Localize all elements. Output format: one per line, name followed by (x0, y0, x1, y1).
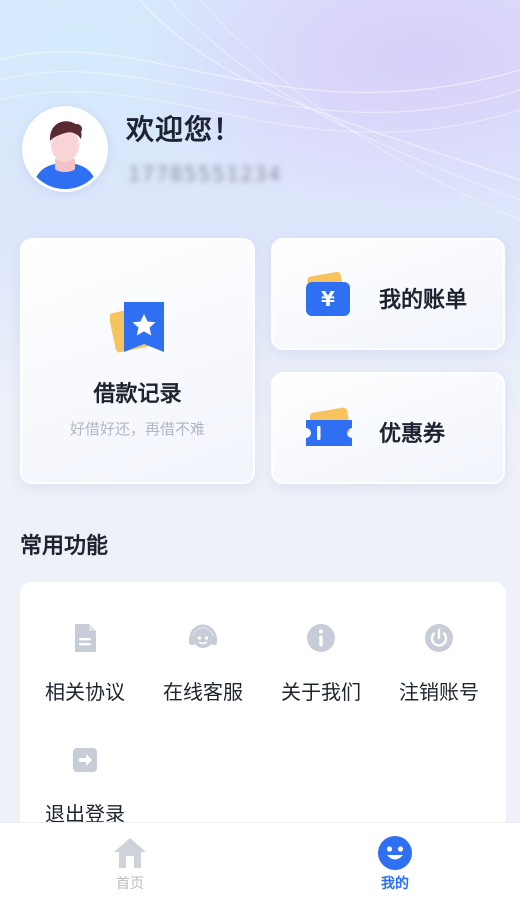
smile-icon (378, 836, 412, 870)
coupon-card[interactable]: 优惠券 (271, 372, 505, 484)
loan-record-title: 借款记录 (93, 382, 182, 407)
agreement-item[interactable]: 相关协议 (26, 582, 144, 704)
my-bill-card[interactable]: ¥ 我的账单 (271, 238, 505, 350)
bottom-tab-bar: 首页 我的 (0, 822, 520, 898)
loan-record-subtitle: 好借好还，再借不难 (69, 420, 205, 438)
coupon-ticket-icon (306, 407, 352, 446)
loan-record-card[interactable]: 借款记录 好借好还，再借不难 (20, 238, 255, 484)
online-service-label: 在线客服 (163, 680, 243, 704)
agreement-label: 相关协议 (45, 680, 125, 704)
document-icon (75, 624, 96, 652)
home-icon (114, 838, 146, 868)
common-functions-panel: 相关协议 在线客服 关于我们 注销账号 退出登录 (20, 582, 506, 842)
common-functions-title: 常用功能 (20, 534, 109, 559)
svg-text:¥: ¥ (321, 287, 335, 311)
logout-icon (73, 748, 97, 772)
user-avatar-icon (25, 109, 105, 189)
tab-mine-label: 我的 (381, 876, 409, 892)
bill-yuan-icon: ¥ (306, 271, 350, 316)
tab-mine[interactable]: 我的 (265, 823, 520, 898)
welcome-text: 欢迎您！ (126, 113, 243, 146)
bookmark-star-icon (110, 302, 164, 353)
avatar[interactable] (22, 106, 108, 192)
cancel-account-item[interactable]: 注销账号 (380, 582, 498, 704)
my-bill-title: 我的账单 (379, 288, 468, 313)
logout-item[interactable]: 退出登录 (26, 704, 144, 826)
tab-home[interactable]: 首页 (0, 823, 260, 898)
about-us-item[interactable]: 关于我们 (262, 582, 380, 704)
power-icon (425, 624, 453, 652)
info-icon (307, 624, 335, 652)
cancel-account-label: 注销账号 (399, 680, 479, 704)
tab-home-label: 首页 (116, 876, 144, 892)
masked-phone-number: 17785551234 (128, 162, 283, 186)
online-service-item[interactable]: 在线客服 (144, 582, 262, 704)
about-us-label: 关于我们 (281, 680, 361, 704)
coupon-title: 优惠券 (379, 422, 446, 447)
headset-icon (189, 624, 217, 648)
